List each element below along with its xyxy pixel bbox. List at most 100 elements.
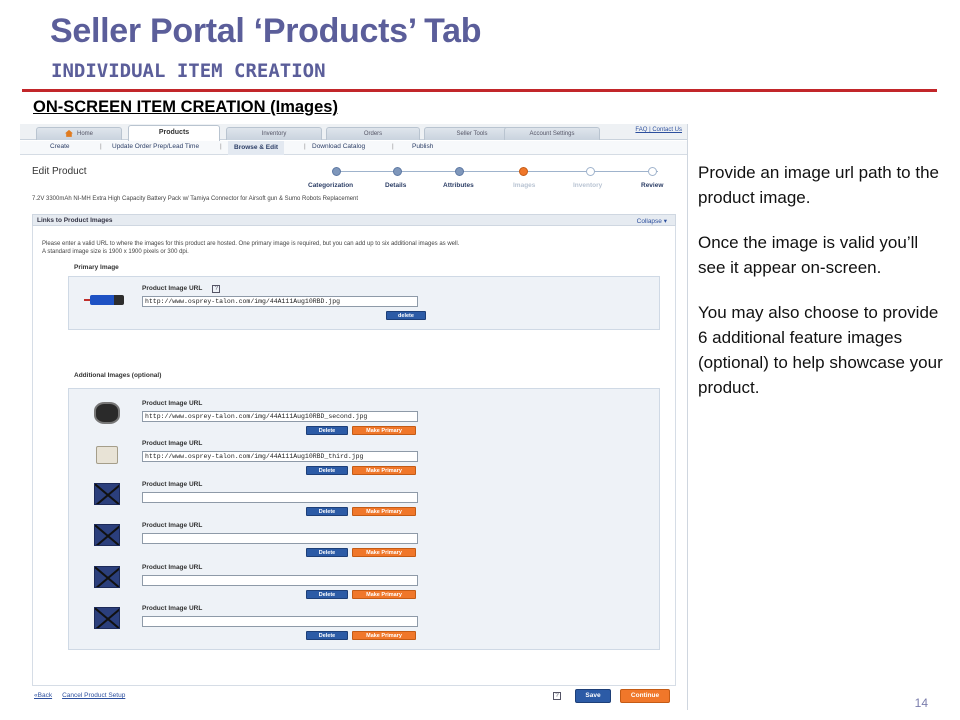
- additional-thumbnail-2: [90, 442, 124, 468]
- footer-links: «Back Cancel Product Setup: [34, 692, 135, 699]
- primary-image-url-input[interactable]: http://www.osprey-talon.com/img/44A111Au…: [142, 296, 418, 307]
- delete-button-2[interactable]: Delete: [306, 466, 348, 475]
- tab-inventory[interactable]: Inventory: [226, 127, 322, 140]
- additional-image-url-input-6[interactable]: [142, 616, 418, 627]
- main-tab-bar: Home Products Inventory Orders Seller To…: [20, 124, 687, 141]
- note-image-url: Provide an image url path to the product…: [698, 163, 939, 207]
- additional-image-url-input-5[interactable]: [142, 575, 418, 586]
- delete-button-5[interactable]: Delete: [306, 590, 348, 599]
- make-primary-button-4[interactable]: Make Primary: [352, 548, 416, 557]
- instructions-line-1: Please enter a valid URL to where the im…: [42, 241, 460, 247]
- seller-portal-screenshot: Home Products Inventory Orders Seller To…: [20, 124, 688, 710]
- product-image-url-label: Product Image URL: [142, 522, 203, 529]
- url-label-text: Product Image URL: [142, 285, 203, 292]
- help-icon[interactable]: ?: [212, 285, 221, 293]
- step-dot-attributes[interactable]: [455, 167, 464, 176]
- additional-thumbnail-4: [90, 524, 124, 550]
- product-image-url-label: Product Image URL: [142, 605, 203, 612]
- additional-image-row-2: Product Image URL http://www.osprey-talo…: [86, 440, 686, 480]
- continue-button[interactable]: Continue: [620, 689, 670, 703]
- additional-image-row-4: Product Image URL Delete Make Primary: [86, 522, 686, 562]
- step-dot-review[interactable]: [648, 167, 657, 176]
- slide-title: Seller Portal ‘Products’ Tab: [50, 12, 482, 50]
- product-image-url-label: Product Image URL?: [142, 285, 221, 293]
- additional-image-url-input-2[interactable]: http://www.osprey-talon.com/img/44A111Au…: [142, 451, 418, 462]
- tab-home[interactable]: Home: [36, 127, 122, 140]
- subnav-browse-edit[interactable]: Browse & Edit: [228, 141, 285, 155]
- cancel-product-setup-link[interactable]: Cancel Product Setup: [62, 692, 125, 699]
- tab-account-settings[interactable]: Account Settings: [504, 127, 600, 140]
- step-label-attributes: Attributes: [443, 182, 474, 189]
- edit-product-title: Edit Product: [32, 166, 87, 177]
- primary-delete-button[interactable]: delete: [386, 311, 426, 320]
- battery-pack-image: [84, 295, 124, 305]
- missing-image-icon: [94, 566, 120, 588]
- page-number: 14: [914, 696, 928, 710]
- subnav-create[interactable]: Create: [50, 143, 70, 150]
- product-description: 7.2V 3300mAh NI-MH Extra High Capacity B…: [32, 196, 359, 202]
- additional-image-url-input-3[interactable]: [142, 492, 418, 503]
- missing-image-icon: [94, 483, 120, 505]
- primary-image-thumbnail: [84, 287, 124, 313]
- subnav-download-catalog[interactable]: Download Catalog: [312, 143, 365, 150]
- product-image-url-label: Product Image URL: [142, 564, 203, 571]
- subnav-separator: |: [220, 143, 222, 150]
- back-link[interactable]: «Back: [34, 692, 52, 699]
- tab-orders[interactable]: Orders: [326, 127, 420, 140]
- step-label-inventory: Inventory: [573, 182, 603, 189]
- additional-image-row-6: Product Image URL Delete Make Primary: [86, 605, 686, 645]
- instructions-line-2: A standard image size is 1900 x 1900 pix…: [42, 249, 189, 255]
- primary-image-heading: Primary Image: [74, 264, 119, 271]
- steps-progress-line: [338, 171, 658, 172]
- additional-image-url-input-1[interactable]: http://www.osprey-talon.com/img/44A111Au…: [142, 411, 418, 422]
- product-image-url-label: Product Image URL: [142, 481, 203, 488]
- section-heading: ON-SCREEN ITEM CREATION (Images): [33, 98, 338, 116]
- additional-thumbnail-5: [90, 566, 124, 592]
- collapse-link[interactable]: Collapse ▾: [637, 217, 667, 225]
- faq-contact-links[interactable]: FAQ | Contact Us: [635, 127, 682, 133]
- images-panel-header: Links to Product Images Collapse ▾: [32, 214, 676, 226]
- make-primary-button-2[interactable]: Make Primary: [352, 466, 416, 475]
- images-instructions: Please enter a valid URL to where the im…: [42, 240, 459, 256]
- slide-subtitle: INDIVIDUAL ITEM CREATION: [51, 60, 326, 82]
- connector-image: [96, 446, 118, 464]
- make-primary-button-5[interactable]: Make Primary: [352, 590, 416, 599]
- subnav-update-lead-time[interactable]: Update Order Prep/Lead Time: [112, 143, 199, 150]
- subnav-separator: |: [304, 143, 306, 150]
- save-button[interactable]: Save: [575, 689, 611, 703]
- note-image-valid: Once the image is valid you’ll see it ap…: [698, 233, 919, 277]
- make-primary-button-6[interactable]: Make Primary: [352, 631, 416, 640]
- help-icon[interactable]: ?: [553, 692, 561, 700]
- delete-button-3[interactable]: Delete: [306, 507, 348, 516]
- explanation-notes: Provide an image url path to the product…: [698, 160, 948, 420]
- tab-label: Home: [76, 131, 93, 137]
- step-label-details: Details: [385, 182, 407, 189]
- additional-thumbnail-3: [90, 483, 124, 509]
- product-image-url-label: Product Image URL: [142, 400, 203, 407]
- additional-image-row-3: Product Image URL Delete Make Primary: [86, 481, 686, 521]
- make-primary-button-3[interactable]: Make Primary: [352, 507, 416, 516]
- step-dot-details[interactable]: [393, 167, 402, 176]
- note-additional-images: You may also choose to provide 6 additio…: [698, 303, 943, 397]
- missing-image-icon: [94, 524, 120, 546]
- delete-button-1[interactable]: Delete: [306, 426, 348, 435]
- products-subnav: Create | Update Order Prep/Lead Time | B…: [20, 141, 687, 155]
- tab-products[interactable]: Products: [128, 125, 220, 141]
- step-dot-inventory[interactable]: [586, 167, 595, 176]
- connector-image: [94, 402, 120, 424]
- delete-button-4[interactable]: Delete: [306, 548, 348, 557]
- additional-image-url-input-4[interactable]: [142, 533, 418, 544]
- additional-images-heading: Additional Images (optional): [74, 372, 162, 379]
- step-dot-images[interactable]: [519, 167, 528, 176]
- subnav-publish[interactable]: Publish: [412, 143, 433, 150]
- step-dot-categorization[interactable]: [332, 167, 341, 176]
- subnav-separator: |: [392, 143, 394, 150]
- primary-image-row: Product Image URL? http://www.osprey-tal…: [84, 285, 686, 325]
- additional-image-row-5: Product Image URL Delete Make Primary: [86, 564, 686, 604]
- additional-thumbnail-6: [90, 607, 124, 633]
- title-divider: [22, 89, 937, 92]
- make-primary-button-1[interactable]: Make Primary: [352, 426, 416, 435]
- delete-button-6[interactable]: Delete: [306, 631, 348, 640]
- additional-image-row-1: Product Image URL http://www.osprey-talo…: [86, 400, 686, 440]
- missing-image-icon: [94, 607, 120, 629]
